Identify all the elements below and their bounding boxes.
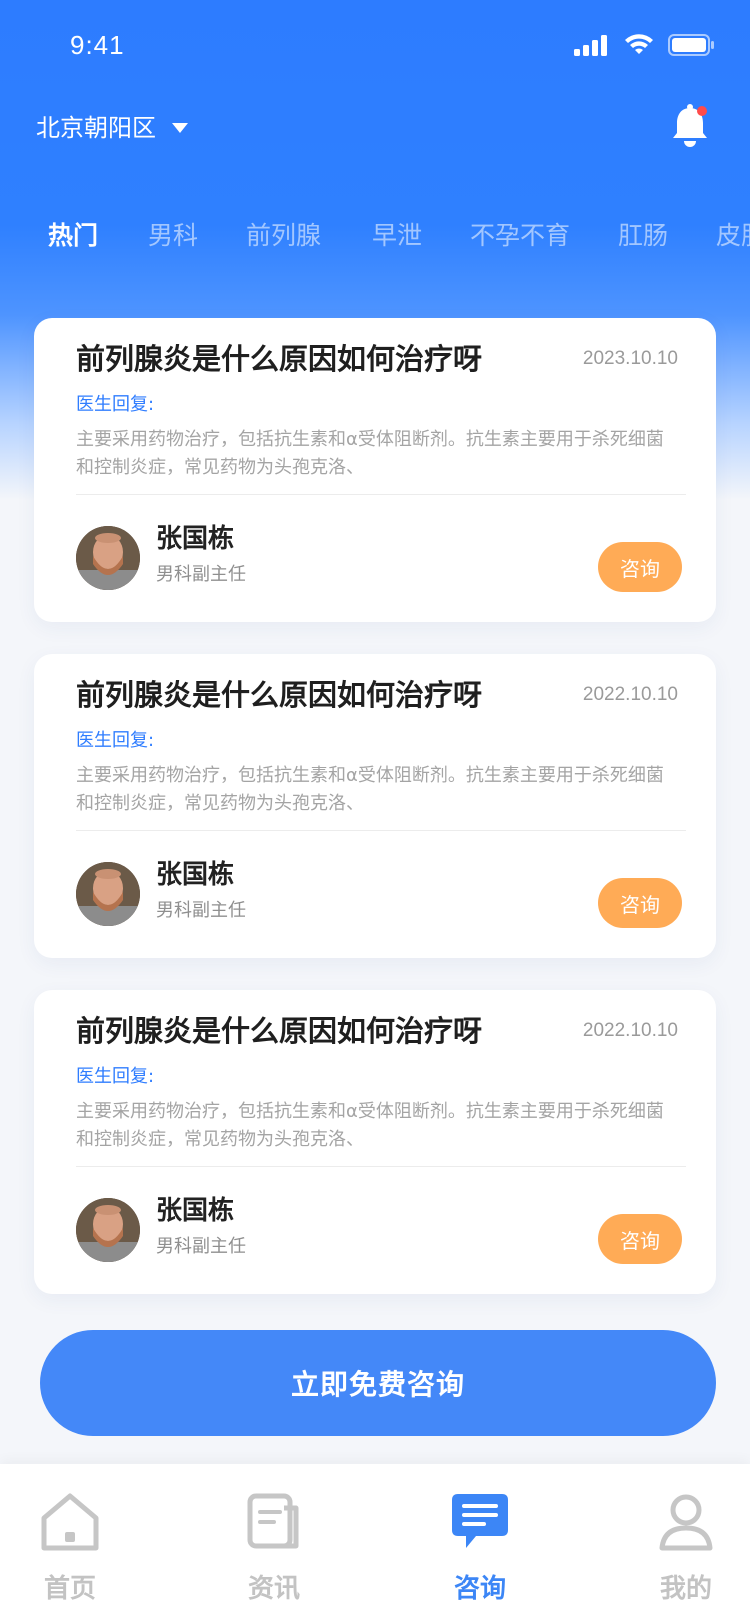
notification-button[interactable] [668, 102, 712, 150]
tab-skin[interactable]: 皮肤 [716, 208, 750, 264]
tabbar-label: 首页 [43, 1574, 96, 1604]
wifi-icon [625, 34, 653, 54]
reply-label: 医生回复: [76, 730, 155, 751]
reply-text: 主要采用药物治疗，包括抗生素和α受体阻断剂。抗生素主要用于杀死细菌和控制炎症，常… [76, 765, 664, 814]
doctor-title: 男科副主任 [156, 1236, 246, 1257]
reply-text: 主要采用药物治疗，包括抗生素和α受体阻断剂。抗生素主要用于杀死细菌和控制炎症，常… [76, 1101, 664, 1150]
location-label: 北京朝阳区 [36, 114, 156, 142]
doctor-title: 男科副主任 [156, 564, 246, 585]
reply-label: 医生回复: [76, 394, 155, 415]
consult-chat-icon [452, 1494, 508, 1548]
card-divider [76, 1166, 686, 1167]
question-date: 2022.10.10 [582, 1020, 678, 1041]
reply-label: 医生回复: [76, 1066, 155, 1087]
notification-dot [697, 106, 707, 116]
doctor-avatar [76, 1198, 140, 1262]
tabbar-label: 我的 [659, 1574, 712, 1604]
tab-infertility[interactable]: 不孕不育 [470, 208, 570, 264]
top-bar: 北京朝阳区 [0, 96, 750, 182]
qa-card[interactable]: 前列腺炎是什么原因如何治疗呀 2022.10.10 医生回复: 主要采用药物治疗… [34, 990, 716, 1294]
signal-icon [574, 35, 607, 56]
doctor-avatar [76, 862, 140, 926]
consult-button[interactable]: 咨询 [598, 542, 682, 592]
profile-icon [659, 1494, 713, 1551]
free-consult-button[interactable]: 立即免费咨询 [40, 1330, 716, 1436]
question-date: 2023.10.10 [582, 348, 678, 369]
question-title: 前列腺炎是什么原因如何治疗呀 [76, 1014, 483, 1048]
qa-card[interactable]: 前列腺炎是什么原因如何治疗呀 2023.10.10 医生回复: 主要采用药物治疗… [34, 318, 716, 622]
tabbar-item-profile[interactable]: 我的 [616, 1464, 750, 1624]
battery-icon [668, 34, 714, 56]
doctor-title: 男科副主任 [156, 900, 246, 921]
question-date: 2022.10.10 [582, 684, 678, 705]
tabbar-item-home[interactable]: 首页 [0, 1464, 140, 1624]
tabbar-item-news[interactable]: 资讯 [204, 1464, 344, 1624]
status-bar: 9:41 [0, 0, 750, 96]
tab-anorectal[interactable]: 肛肠 [618, 208, 668, 264]
tabbar-label: 咨询 [453, 1574, 506, 1604]
qa-card[interactable]: 前列腺炎是什么原因如何治疗呀 2022.10.10 医生回复: 主要采用药物治疗… [34, 654, 716, 958]
doctor-avatar [76, 526, 140, 590]
consult-button[interactable]: 咨询 [598, 878, 682, 928]
tab-prostate[interactable]: 前列腺 [246, 208, 321, 264]
card-divider [76, 830, 686, 831]
doctor-name: 张国栋 [156, 860, 235, 890]
card-divider [76, 494, 686, 495]
status-icons [574, 34, 714, 56]
tabbar-item-consult[interactable]: 咨询 [410, 1464, 550, 1624]
consult-button[interactable]: 咨询 [598, 1214, 682, 1264]
question-title: 前列腺炎是什么原因如何治疗呀 [76, 678, 483, 712]
category-tabs: 热门 男科 前列腺 早泄 不孕不育 肛肠 皮肤 [0, 208, 750, 264]
reply-text: 主要采用药物治疗，包括抗生素和α受体阻断剂。抗生素主要用于杀死细菌和控制炎症，常… [76, 429, 664, 478]
caret-down-icon [172, 122, 188, 133]
question-title: 前列腺炎是什么原因如何治疗呀 [76, 342, 483, 376]
tab-andrology[interactable]: 男科 [148, 208, 198, 264]
news-icon [247, 1493, 299, 1549]
location-selector[interactable]: 北京朝阳区 [36, 108, 188, 143]
status-time: 9:41 [70, 30, 125, 60]
bottom-tab-bar: 首页 资讯 咨询 我的 [0, 1464, 750, 1624]
tabbar-label: 资讯 [247, 1574, 300, 1604]
tab-hot[interactable]: 热门 [48, 208, 98, 264]
bell-icon [673, 104, 707, 147]
doctor-name: 张国栋 [156, 524, 235, 554]
doctor-name: 张国栋 [156, 1196, 235, 1226]
home-icon [41, 1493, 99, 1551]
tab-premature[interactable]: 早泄 [372, 208, 422, 264]
